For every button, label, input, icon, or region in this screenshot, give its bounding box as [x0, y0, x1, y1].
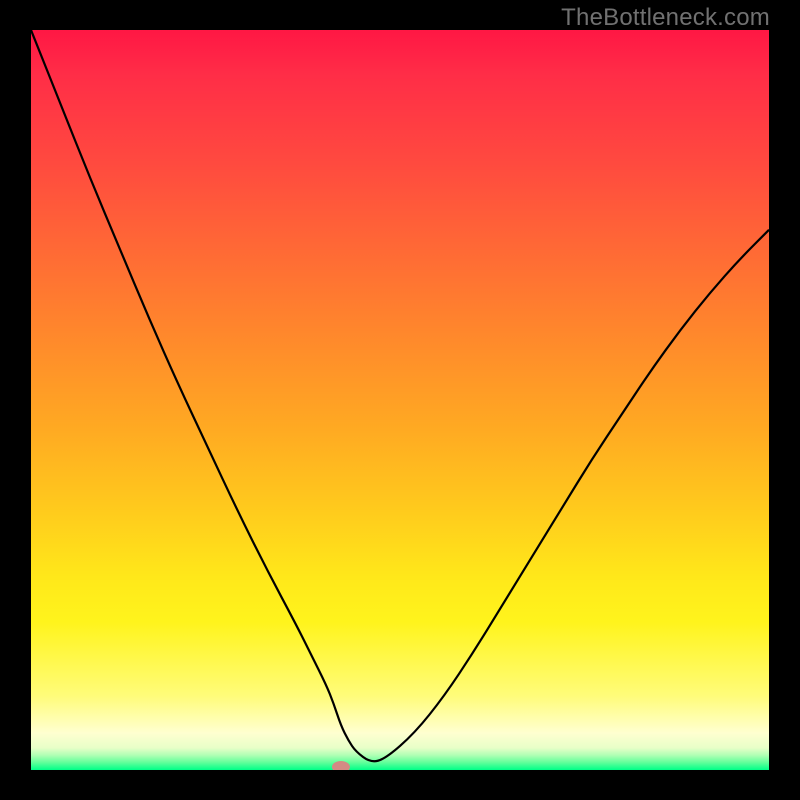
curve-layer: [31, 30, 769, 770]
bottleneck-curve: [31, 30, 769, 761]
minimum-indicator: [332, 761, 350, 770]
site-watermark: TheBottleneck.com: [561, 4, 770, 32]
plot-area: [31, 30, 769, 770]
chart-frame: TheBottleneck.com: [0, 0, 800, 800]
